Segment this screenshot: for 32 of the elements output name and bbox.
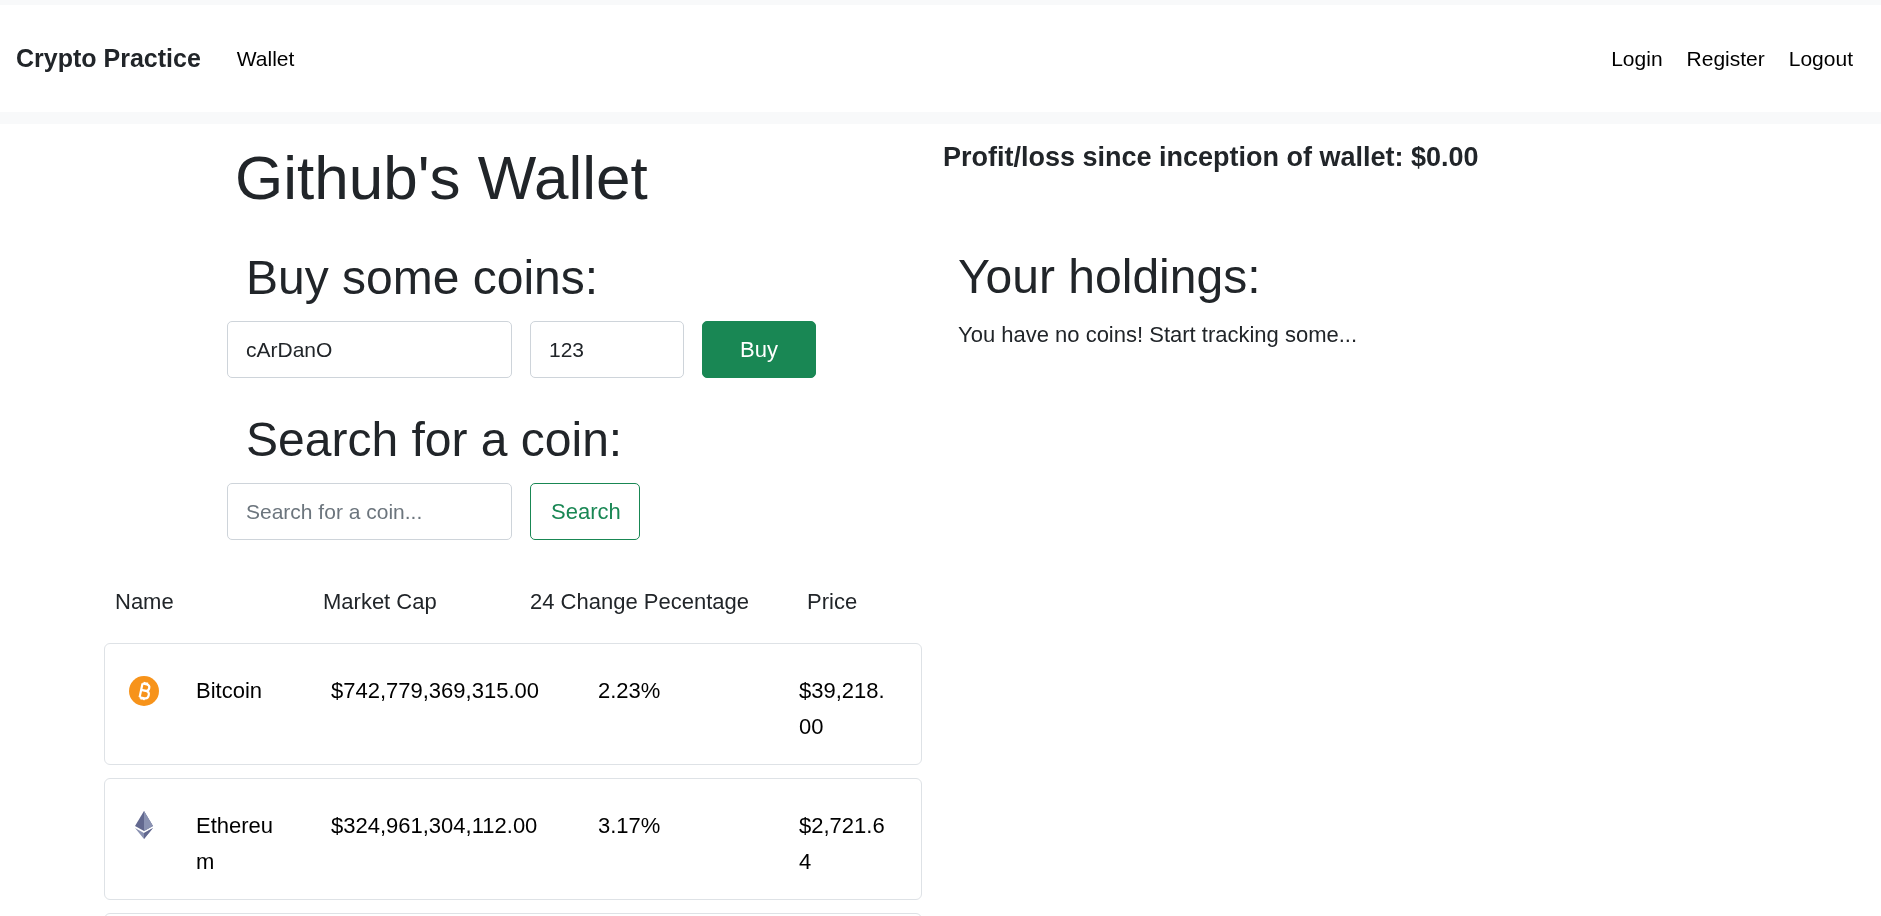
table-cell-text: Bitcoin [196,677,264,705]
wallet-title: Github's Wallet [235,142,649,214]
section-heading: Search for a coin: [246,412,624,468]
profit-text: Profit/loss since inception of wallet: $0.00 [943,141,1479,174]
search-field[interactable]: Search for a coin... [227,483,512,540]
nav-link[interactable]: Logout [1788,46,1853,71]
table-cell-text: 3.17% [598,812,662,840]
table-cell-text: $2,721.64 [799,812,886,876]
column-header: Market Cap [323,588,438,616]
table-cell-text: $324,961,304,112.00 [331,812,539,840]
diamond-icon [135,811,153,839]
coin-row[interactable]: Ethereum $324,961,304,112.00 3.17% $2,721.64 [104,778,922,900]
column-header: Price [807,588,859,616]
coin-input[interactable]: cArDanO [227,321,512,378]
buy-button[interactable]: Buy [702,321,816,378]
table-cell-text: $39,218.00 [799,677,886,741]
search-button[interactable]: Search [530,483,640,540]
section-heading: Your holdings: [958,249,1262,305]
table-cell-text: 2.23% [598,677,662,705]
column-header: Name [115,588,175,616]
nav-link[interactable]: Register [1686,46,1765,71]
brand-link[interactable]: Crypto Practice [16,44,201,73]
amount-input[interactable]: 123 [530,321,684,378]
nav-link[interactable]: Login [1611,46,1663,71]
nav-link[interactable]: Wallet [236,46,295,71]
empty-message: You have no coins! Start tracking some... [958,321,1359,349]
coin-icon [129,676,159,706]
coin-row[interactable]: Bitcoin $742,779,369,315.00 2.23% $39,218.00 [104,643,922,765]
column-header: 24 Change Pecentage [530,588,750,616]
table-cell-text: $742,779,369,315.00 [331,677,540,705]
section-heading: Buy some coins: [246,250,600,306]
table-cell-text: Ethereum [196,812,275,876]
